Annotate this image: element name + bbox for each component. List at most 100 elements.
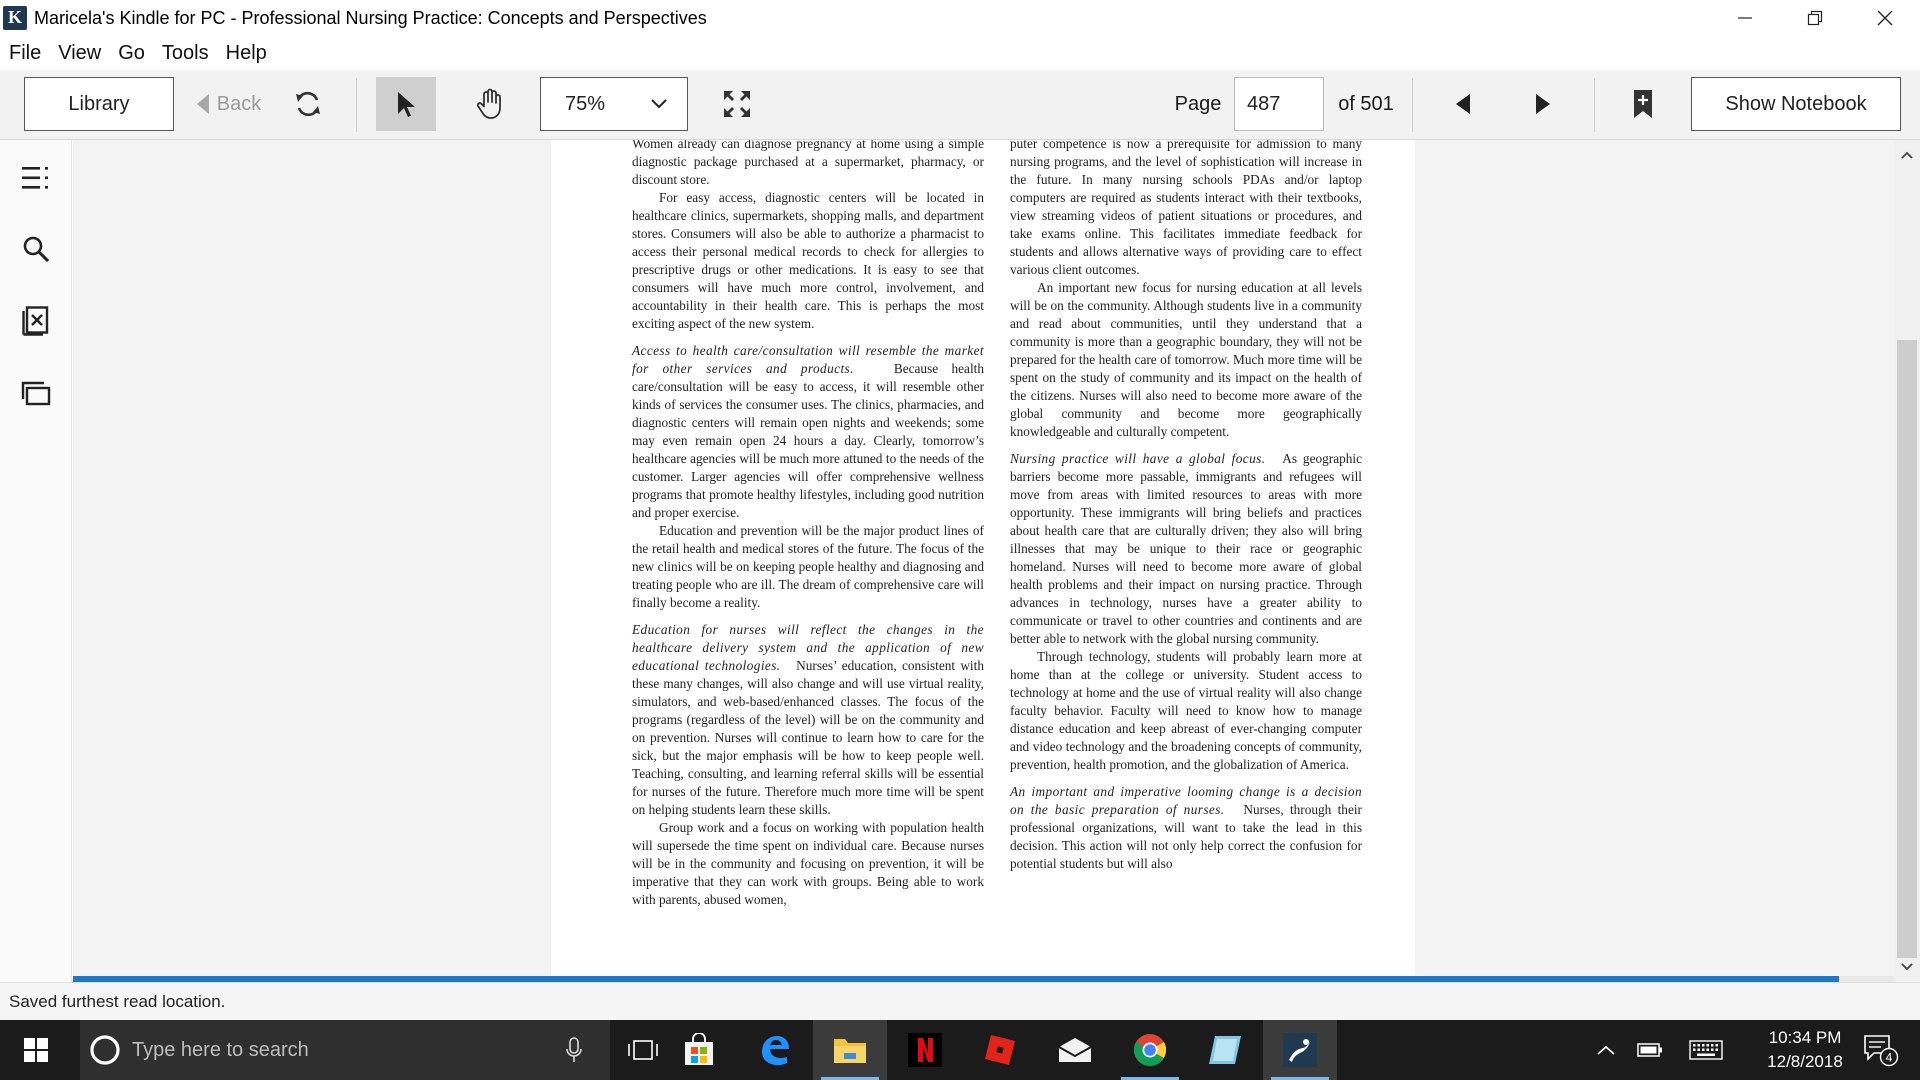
toolbar-separator — [1594, 78, 1595, 132]
back-button[interactable]: Back — [188, 77, 268, 131]
run-in-heading: Nursing practice will have a global focu… — [1010, 451, 1266, 466]
zoom-value: 75% — [565, 92, 606, 115]
mail-envelope-icon — [1058, 1038, 1092, 1062]
chevron-down-icon — [651, 99, 667, 109]
paragraph: Nursing practice will have a global focu… — [1010, 451, 1363, 646]
close-icon — [1877, 10, 1893, 26]
popular-highlights-button[interactable] — [20, 377, 52, 409]
kindle-app-icon — [3, 6, 27, 30]
start-button[interactable] — [0, 1020, 72, 1080]
bookmark-add-icon — [1634, 90, 1652, 118]
menu-tools[interactable]: Tools — [162, 42, 209, 65]
back-arrow-icon — [196, 94, 209, 114]
taskbar-roblox[interactable] — [963, 1020, 1037, 1080]
paragraph: Group work and a focus on working with p… — [632, 820, 984, 907]
hand-tool-button[interactable] — [460, 77, 520, 131]
notification-icon: 4 — [1864, 1035, 1899, 1067]
title-bar: Maricela's Kindle for PC - Professional … — [0, 0, 1920, 36]
book-page[interactable]: Women already can diagnose pregnancy at … — [551, 140, 1415, 976]
store-icon — [685, 1033, 713, 1065]
search-icon — [23, 236, 50, 263]
restore-button[interactable] — [1780, 0, 1850, 36]
close-button[interactable] — [1850, 0, 1920, 36]
keyboard-icon — [1689, 1040, 1723, 1060]
taskbar-edge[interactable] — [738, 1020, 812, 1080]
sync-icon — [296, 91, 320, 117]
toolbar-separator — [356, 78, 357, 132]
search-button[interactable] — [20, 233, 52, 265]
status-message: Saved furthest read location. — [9, 991, 226, 1011]
folder-icon — [834, 1039, 866, 1063]
paragraph: Through technology, students will probab… — [1010, 649, 1362, 772]
paragraph: Education for nurses will reflect the ch… — [632, 622, 984, 817]
taskbar-search-box[interactable]: Type here to search — [80, 1020, 610, 1080]
fullscreen-button[interactable] — [712, 77, 762, 131]
taskbar-chrome[interactable] — [1113, 1020, 1187, 1080]
scroll-up-button[interactable] — [1894, 144, 1920, 166]
fullscreen-icon — [724, 91, 750, 117]
menu-bar: File View Go Tools Help — [0, 36, 1920, 70]
select-tool-button[interactable] — [376, 77, 436, 131]
battery-icon — [1637, 1043, 1662, 1057]
right-text-column: puter competence is now a prerequisite f… — [1010, 140, 1362, 873]
table-of-contents-button[interactable] — [20, 162, 52, 194]
zoom-dropdown[interactable]: 75% — [540, 77, 688, 131]
notification-count: 4 — [1886, 1051, 1893, 1065]
sync-button[interactable] — [286, 77, 330, 131]
flashcards-button[interactable] — [20, 305, 52, 337]
paragraph: Access to health care/consultation will … — [632, 343, 984, 520]
page-number-value: 487 — [1247, 92, 1281, 115]
netflix-icon — [908, 1033, 942, 1067]
taskbar-notes-app[interactable] — [1188, 1020, 1262, 1080]
task-view-icon — [628, 1040, 658, 1060]
show-hidden-icons-button[interactable] — [1586, 1020, 1626, 1080]
roblox-icon — [985, 1035, 1015, 1065]
library-label: Library — [68, 92, 130, 115]
previous-page-button[interactable] — [1440, 77, 1486, 131]
left-sidebar — [0, 140, 72, 982]
paragraph: puter competence is now a prerequisite f… — [1010, 140, 1362, 277]
chevron-up-icon — [1901, 151, 1913, 159]
toolbar: Library Back 75% Page 487 of 501 Show No… — [0, 70, 1920, 140]
library-button[interactable]: Library — [24, 77, 174, 131]
show-notebook-label: Show Notebook — [1725, 92, 1867, 115]
taskbar-netflix[interactable] — [888, 1020, 962, 1080]
taskbar-mail[interactable] — [1038, 1020, 1112, 1080]
minimize-button[interactable] — [1710, 0, 1780, 36]
chevron-up-icon — [1597, 1045, 1615, 1055]
scroll-down-button[interactable] — [1894, 956, 1920, 978]
paragraph: Education and prevention will be the maj… — [632, 523, 984, 610]
menu-help[interactable]: Help — [226, 42, 267, 65]
menu-view[interactable]: View — [58, 42, 101, 65]
window-title: Maricela's Kindle for PC - Professional … — [34, 7, 707, 28]
taskbar-microsoft-store[interactable] — [662, 1020, 736, 1080]
scrollbar-thumb[interactable] — [1897, 340, 1917, 958]
back-label: Back — [216, 92, 262, 115]
page-label: Page — [1174, 92, 1222, 115]
bookmark-button[interactable] — [1618, 77, 1668, 131]
chrome-browser-icon — [1133, 1034, 1167, 1067]
menu-go[interactable]: Go — [118, 42, 145, 65]
taskbar-kindle[interactable] — [1263, 1020, 1337, 1080]
list-menu-icon — [22, 167, 48, 189]
cards-stack-icon — [21, 381, 51, 406]
vertical-scrollbar[interactable] — [1894, 140, 1920, 982]
next-page-button[interactable] — [1520, 77, 1566, 131]
action-center-button[interactable]: 4 — [1856, 1020, 1906, 1080]
taskbar-file-explorer[interactable] — [813, 1020, 887, 1080]
battery-status[interactable] — [1630, 1020, 1670, 1080]
microphone-icon — [566, 1037, 582, 1062]
touch-keyboard-button[interactable] — [1684, 1020, 1728, 1080]
menu-file[interactable]: File — [9, 42, 41, 65]
pointer-cursor-icon — [398, 92, 415, 117]
left-text-column: Women already can diagnose pregnancy at … — [632, 140, 984, 909]
status-bar: Saved furthest read location. — [0, 982, 1920, 1020]
show-notebook-button[interactable]: Show Notebook — [1691, 77, 1901, 131]
paragraph: An important and imperative looming chan… — [1010, 784, 1362, 871]
page-total: of 501 — [1338, 92, 1394, 115]
kindle-reader-icon — [1283, 1033, 1317, 1067]
window-controls — [1710, 0, 1920, 36]
page-number-input[interactable]: 487 — [1234, 77, 1324, 131]
triangle-right-icon — [1536, 94, 1550, 114]
search-placeholder: Type here to search — [132, 1038, 309, 1061]
